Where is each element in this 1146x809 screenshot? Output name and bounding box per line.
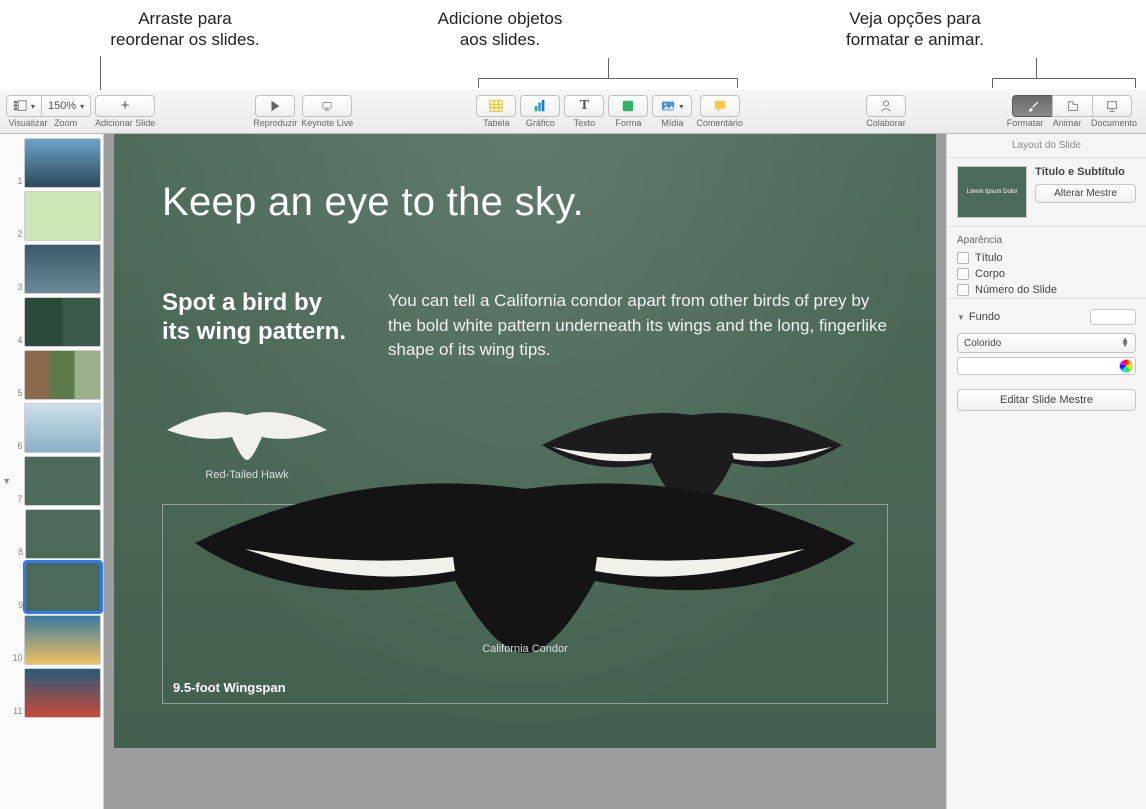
keynote-live-icon xyxy=(320,99,334,113)
document-icon xyxy=(1105,99,1119,113)
slide-navigator[interactable]: 1 2 3 4 5 6 ▼7 8 9 10 11 xyxy=(0,134,104,809)
fill-type-value: Colorido xyxy=(964,338,1001,349)
add-slide-group: + Adicionar Slide xyxy=(95,95,155,128)
hawk-graphic[interactable]: Red-Tailed Hawk xyxy=(162,405,332,481)
condor-box[interactable]: California Condor 9.5-foot Wingspan xyxy=(162,504,888,704)
slide-subtitle[interactable]: Spot a bird by its wing pattern. xyxy=(162,289,352,363)
table-button[interactable] xyxy=(476,95,516,117)
format-inspector: Layout do Slide Lorem Ipsum Dolor Título… xyxy=(946,134,1146,809)
slide-thumb[interactable]: 5 xyxy=(2,350,101,400)
view-label: Visualizar xyxy=(9,118,43,128)
collaborate-button[interactable] xyxy=(866,95,906,117)
slide-thumb[interactable]: ▼7 xyxy=(2,456,101,506)
text-button[interactable]: T xyxy=(564,95,604,117)
add-slide-button[interactable]: + xyxy=(95,95,155,117)
table-label: Tabela xyxy=(483,118,510,128)
zoom-label: Zoom xyxy=(43,118,89,128)
animate-icon xyxy=(1066,99,1080,113)
checkbox-slidenum[interactable] xyxy=(957,284,969,296)
media-button[interactable]: ▾ xyxy=(652,95,692,117)
slide-content[interactable]: Keep an eye to the sky. Spot a bird by i… xyxy=(114,134,936,748)
slide-thumb-selected[interactable]: 9 xyxy=(2,562,101,612)
play-icon xyxy=(268,99,282,113)
zoom-value: 150% xyxy=(48,100,76,112)
document-label: Documento xyxy=(1088,118,1140,128)
table-icon xyxy=(489,99,503,113)
checkbox-body[interactable] xyxy=(957,268,969,280)
keynote-live-label: Keynote Live xyxy=(301,118,353,128)
shape-label: Forma xyxy=(615,118,641,128)
slide-thumb[interactable]: 11 xyxy=(2,668,101,718)
comment-label: Comentário xyxy=(696,118,743,128)
fill-type-select[interactable]: Colorido ▲▼ xyxy=(957,333,1136,353)
format-label: Formatar xyxy=(1004,118,1046,128)
checkbox-title[interactable] xyxy=(957,252,969,264)
view-group: ▾ 150% ▾ Visualizar Zoom xyxy=(6,95,91,128)
callout-format: Veja opções para formatar e animar. xyxy=(800,8,1030,51)
toolbar: ▾ 150% ▾ Visualizar Zoom + Adicionar Sli… xyxy=(0,90,1146,134)
color-well[interactable] xyxy=(957,357,1136,375)
checkbox-slidenum-label: Número do Slide xyxy=(975,284,1057,296)
condor-graphic[interactable]: California Condor xyxy=(175,471,875,655)
slide-canvas[interactable]: Keep an eye to the sky. Spot a bird by i… xyxy=(104,134,946,809)
view-button[interactable]: ▾ xyxy=(6,95,41,117)
background-color-swatch[interactable] xyxy=(1090,309,1136,325)
zoom-button[interactable]: 150% ▾ xyxy=(41,95,91,117)
document-tab[interactable] xyxy=(1092,95,1132,117)
layout-name: Título e Subtítulo xyxy=(1035,166,1136,178)
checkbox-title-label: Título xyxy=(975,252,1003,264)
play-button[interactable] xyxy=(255,95,295,117)
slide-thumb[interactable]: 6 xyxy=(2,403,101,453)
slide-thumb[interactable]: 10 xyxy=(2,615,101,665)
condor-label: California Condor xyxy=(175,643,875,655)
slide-thumb[interactable]: 1 xyxy=(2,138,101,188)
keynote-live-button[interactable] xyxy=(302,95,352,117)
chart-label: Gráfico xyxy=(526,118,555,128)
checkbox-body-label: Corpo xyxy=(975,268,1005,280)
animate-tab[interactable] xyxy=(1052,95,1092,117)
callout-objects: Adicione objetos aos slides. xyxy=(390,8,610,51)
slide-thumb[interactable]: 8 xyxy=(2,509,101,559)
collaborate-icon xyxy=(879,99,893,113)
collaborate-label: Colaborar xyxy=(866,118,906,128)
disclosure-triangle-icon[interactable]: ▼ xyxy=(957,313,965,322)
chart-button[interactable] xyxy=(520,95,560,117)
brush-icon xyxy=(1026,99,1040,113)
select-arrows-icon: ▲▼ xyxy=(1121,338,1129,348)
annotation-callouts: Arraste para reordenar os slides. Adicio… xyxy=(0,0,1146,90)
edit-master-button[interactable]: Editar Slide Mestre xyxy=(957,389,1136,411)
media-label: Mídia xyxy=(661,118,683,128)
media-icon xyxy=(661,99,675,113)
format-tab[interactable] xyxy=(1012,95,1052,117)
shape-icon xyxy=(621,99,635,113)
change-master-button[interactable]: Alterar Mestre xyxy=(1035,184,1136,203)
text-label: Texto xyxy=(574,118,596,128)
animate-label: Animar xyxy=(1046,118,1088,128)
plus-icon: + xyxy=(121,100,130,112)
background-label: Fundo xyxy=(969,311,1000,323)
add-slide-label: Adicionar Slide xyxy=(95,118,155,128)
callout-reorder: Arraste para reordenar os slides. xyxy=(80,8,290,51)
slide-thumb[interactable]: 4 xyxy=(2,297,101,347)
layout-thumbnail[interactable]: Lorem Ipsum Dolor xyxy=(957,166,1027,218)
color-wheel-icon[interactable] xyxy=(1119,359,1133,373)
slide-thumb[interactable]: 3 xyxy=(2,244,101,294)
comment-icon xyxy=(713,99,727,113)
wingspan-label: 9.5-foot Wingspan xyxy=(173,680,286,695)
text-icon: T xyxy=(580,98,589,114)
slide-thumb[interactable]: 2 xyxy=(2,191,101,241)
inspector-header: Layout do Slide xyxy=(947,134,1146,158)
chart-icon xyxy=(533,99,547,113)
view-icon xyxy=(13,99,27,113)
slide-body[interactable]: You can tell a California condor apart f… xyxy=(388,289,888,363)
comment-button[interactable] xyxy=(700,95,740,117)
appearance-section: Aparência xyxy=(947,226,1146,250)
play-label: Reproduzir xyxy=(253,118,297,128)
slide-title[interactable]: Keep an eye to the sky. xyxy=(162,180,888,225)
shape-button[interactable] xyxy=(608,95,648,117)
